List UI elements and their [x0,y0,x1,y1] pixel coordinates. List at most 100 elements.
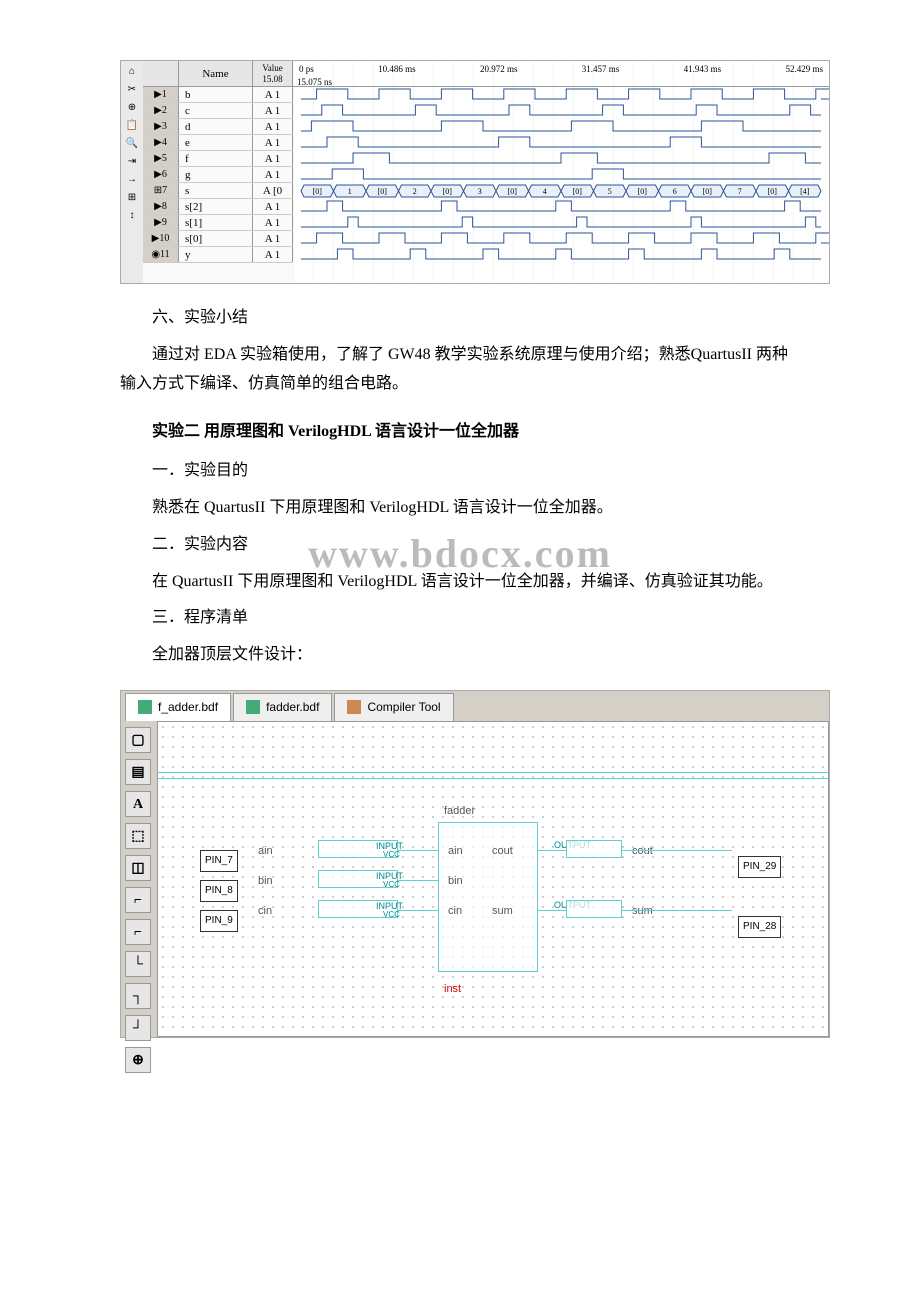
signal-row[interactable]: ⊞7sA [0 [143,183,293,199]
tool-icon[interactable]: 🔍 [123,137,141,151]
schematic-tool[interactable]: ⌐ [125,919,151,945]
signal-row[interactable]: ▶10 s[0]A 1 [143,231,293,247]
tool-icon[interactable]: ⊞ [123,191,141,205]
pin-assignment: PIN_9 [200,910,238,932]
value-header: Value 15.08 [253,61,293,86]
subsection-heading: 一．实验目的 [120,457,800,486]
file-tab[interactable]: f_adder.bdf [125,693,231,721]
schematic-tool[interactable]: ⬚ [125,823,151,849]
output-symbol [566,900,622,918]
time-marker: 41.943 ms [684,61,722,74]
paragraph: 熟悉在 QuartusII 下用原理图和 VerilogHDL 语言设计一位全加… [120,494,800,523]
tool-icon[interactable]: ⇥ [123,155,141,169]
waveform-signal [293,167,829,183]
section-heading: 六、实验小结 [120,304,800,333]
file-icon [138,700,152,714]
svg-text:2: 2 [413,187,417,196]
port-name: ain [448,842,463,862]
signal-row[interactable]: ▶1bA 1 [143,87,293,103]
time-marker: 52.429 ms [785,61,823,74]
file-tab[interactable]: Compiler Tool [334,693,453,721]
paragraph: 全加器顶层文件设计： [120,641,800,670]
tool-icon[interactable]: → [123,173,141,187]
wire [398,910,438,911]
waveform-signal: [0]1[0]2[0]3[0]4[0]5[0]6[0]7[0][4] [293,183,829,199]
port-name: cin [448,902,462,922]
name-header: Name [179,61,253,86]
port-name: sum [492,902,513,922]
subsection-heading: 二．实验内容 [120,531,800,560]
waveform-signal [293,87,829,103]
input-name: bin [258,872,273,892]
wire [398,850,438,851]
waveform-signal [293,119,829,135]
output-name: cout [632,842,653,862]
tool-icon[interactable]: ⊕ [123,101,141,115]
wire [398,880,438,881]
block-title: fadder [444,802,475,822]
waveform-signal [293,231,829,247]
file-icon [246,700,260,714]
time-marker: 0 ps [299,61,314,74]
waveform-signal [293,103,829,119]
output-symbol [566,840,622,858]
pin-assignment: PIN_29 [738,856,781,878]
waveform-signal [293,135,829,151]
waveform-plot: 0 ps10.486 ms20.972 ms31.457 ms41.943 ms… [293,61,829,283]
signal-row[interactable]: ▶8 s[2]A 1 [143,199,293,215]
waveform-toolbar: ⌂ ✂ ⊕ 📋 🔍 ⇥ → ⊞ ↕ [121,61,143,283]
svg-text:6: 6 [673,187,677,196]
pin-assignment: PIN_7 [200,850,238,872]
tool-icon[interactable]: ⌂ [123,65,141,79]
svg-text:[0]: [0] [638,187,648,196]
signal-list: Name Value 15.08 ▶1bA 1▶2cA 1▶3dA 1▶4eA … [143,61,293,283]
signal-row[interactable]: ▶9 s[1]A 1 [143,215,293,231]
schematic-tool[interactable]: ⌐ [125,887,151,913]
schematic-tool[interactable]: └ [125,951,151,977]
time-marker: 20.972 ms [480,61,518,74]
file-icon [347,700,361,714]
output-name: sum [632,902,653,922]
signal-row[interactable]: ▶5fA 1 [143,151,293,167]
svg-text:3: 3 [478,187,482,196]
signal-row[interactable]: ▶6gA 1 [143,167,293,183]
waveform-signal [293,215,829,231]
cursor-time: 15.075 ns [293,74,829,87]
signal-row[interactable]: ◉11yA 1 [143,247,293,263]
port-name: bin [448,872,463,892]
schematic-tool[interactable]: ⊕ [125,1047,151,1073]
svg-text:4: 4 [543,187,547,196]
schematic-toolbar: ▢▤A⬚◫⌐⌐└┐┘⊕ [121,721,157,1037]
waveform-signal [293,247,829,263]
subsection-heading: 三．程序清单 [120,604,800,633]
svg-text:1: 1 [348,187,352,196]
schematic-tool[interactable]: ▢ [125,727,151,753]
signal-row[interactable]: ▶4eA 1 [143,135,293,151]
input-name: cin [258,902,272,922]
schematic-editor: f_adder.bdffadder.bdfCompiler Tool ▢ ▤ A ⬚ ◫… [120,690,830,1038]
pin-assignment: PIN_28 [738,916,781,938]
tool-icon[interactable]: ↕ [123,209,141,223]
file-tab[interactable]: fadder.bdf [233,693,332,721]
experiment-title: 实验二 用原理图和 VerilogHDL 语言设计一位全加器 [120,418,800,447]
svg-text:[0]: [0] [378,187,388,196]
svg-text:[0]: [0] [703,187,713,196]
schematic-tool[interactable]: ▤ [125,759,151,785]
file-tabs: f_adder.bdffadder.bdfCompiler Tool [121,691,829,721]
schematic-canvas: fadder inst PIN_7 ain INPUT VCC ain PIN_… [157,721,829,1037]
schematic-tool[interactable]: ◫ [125,855,151,881]
schematic-tool[interactable]: A [125,791,151,817]
signal-row[interactable]: ▶3dA 1 [143,119,293,135]
svg-text:[0]: [0] [573,187,583,196]
waveform-viewer: ⌂ ✂ ⊕ 📋 🔍 ⇥ → ⊞ ↕ Name Value 15.08 ▶1bA … [120,60,830,284]
paragraph: 在 QuartusII 下用原理图和 VerilogHDL 语言设计一位全加器，… [120,568,800,597]
schematic-tool[interactable]: ┘ [125,1015,151,1041]
tool-icon[interactable]: 📋 [123,119,141,133]
time-marker: 10.486 ms [378,61,416,74]
signal-row[interactable]: ▶2cA 1 [143,103,293,119]
tool-icon[interactable]: ✂ [123,83,141,97]
wire [622,850,732,851]
svg-text:5: 5 [608,187,612,196]
schematic-tool[interactable]: ┐ [125,983,151,1009]
svg-text:[4]: [4] [800,187,810,196]
